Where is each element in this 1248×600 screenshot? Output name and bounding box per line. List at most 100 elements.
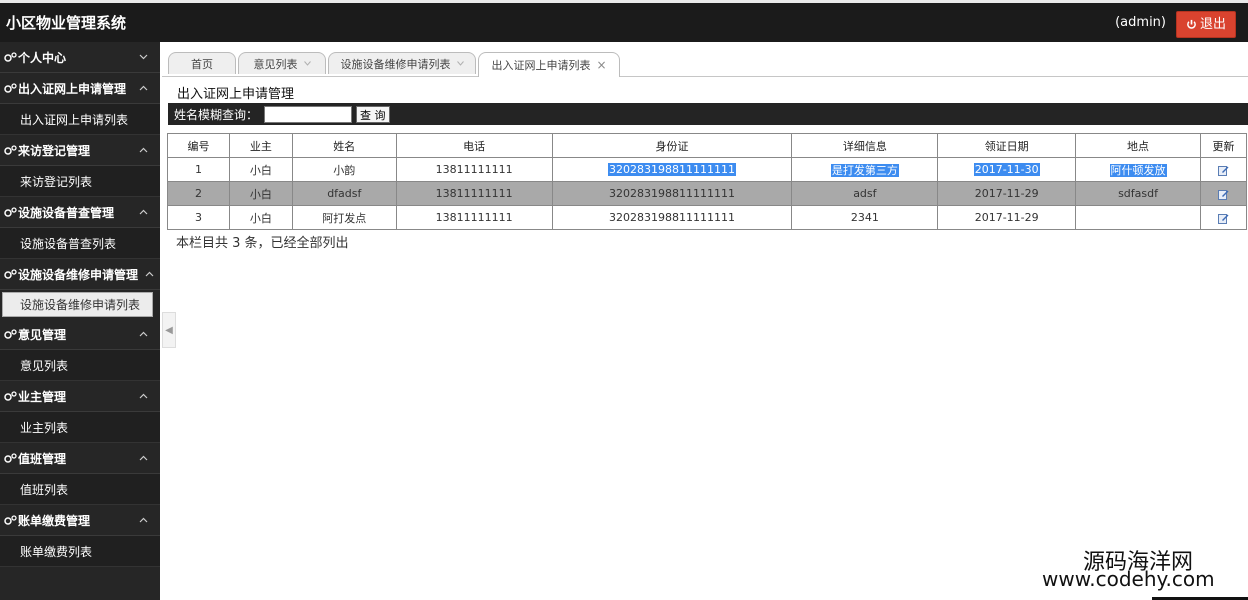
chevron-up-icon — [145, 271, 154, 277]
cell-id-card: 320283198811111111 — [551, 205, 793, 230]
sidebar-item-owner-list[interactable]: 业主列表 — [0, 412, 160, 443]
sidebar-group-label: 设施设备普查管理 — [18, 205, 115, 220]
sidebar-group-owner[interactable]: 业主管理 — [0, 381, 160, 412]
chevron-down-icon — [456, 61, 464, 66]
sidebar-group-billing[interactable]: 账单缴费管理 — [0, 505, 160, 536]
chevron-up-icon — [139, 455, 148, 461]
edit-icon[interactable] — [1217, 165, 1229, 176]
cell-date: 2017-11-29 — [937, 181, 1077, 206]
cell-id: 2 — [167, 181, 230, 206]
record-count-text: 本栏目共 3 条，已经全部列出 — [176, 236, 349, 251]
tab-pass-list[interactable]: 出入证网上申请列表 × — [478, 52, 620, 77]
sidebar-item-pass-list[interactable]: 出入证网上申请列表 — [0, 104, 160, 135]
cell-id-card: 320283198811111111 — [551, 157, 793, 182]
cell-owner: 小白 — [228, 157, 293, 182]
app-title: 小区物业管理系统 — [6, 14, 127, 32]
tab-label: 设施设备维修申请列表 — [340, 57, 451, 71]
table-row: 2 小白 dfadsf 13811111111 3202831988111111… — [167, 181, 1248, 206]
cell-update — [1199, 157, 1248, 182]
column-header-details: 详细信息 — [791, 133, 939, 158]
current-user: (admin) — [1115, 15, 1166, 30]
gears-icon — [4, 515, 17, 525]
cell-phone: 13811111111 — [395, 157, 553, 182]
cell-date: 2017-11-29 — [937, 205, 1077, 230]
cell-details: adsf — [791, 181, 939, 206]
name-search-input[interactable] — [264, 105, 353, 123]
tab-label: 意见列表 — [253, 57, 298, 71]
edit-icon[interactable] — [1217, 189, 1229, 200]
gears-icon — [4, 207, 17, 217]
gears-icon — [4, 269, 17, 279]
cell-details: 2341 — [791, 205, 939, 230]
cell-update — [1199, 181, 1248, 206]
gears-icon — [4, 145, 17, 155]
power-icon — [1187, 19, 1196, 29]
table-header-row: 编号 业主 姓名 电话 身份证 详细信息 领证日期 地点 更新 — [167, 133, 1248, 158]
tab-home[interactable]: 首页 — [168, 52, 236, 74]
column-header-date: 领证日期 — [937, 133, 1077, 158]
sidebar-group-visitor[interactable]: 来访登记管理 — [0, 135, 160, 166]
sidebar-item-duty-list[interactable]: 值班列表 — [0, 474, 160, 505]
cell-name: dfadsf — [291, 181, 397, 206]
chevron-down-icon — [303, 61, 311, 66]
sidebar-group-personal[interactable]: 个人中心 — [0, 42, 160, 73]
cell-date: 2017-11-30 — [937, 157, 1077, 182]
selected-text: 是打发第三方 — [830, 163, 899, 177]
sidebar-group-duty[interactable]: 值班管理 — [0, 443, 160, 474]
sidebar-collapse-handle[interactable]: ◀ — [162, 312, 176, 348]
chevron-up-icon — [139, 517, 148, 523]
cell-location: sdfasdf — [1075, 181, 1201, 206]
chevron-up-icon — [139, 331, 148, 337]
logout-label: 退出 — [1199, 16, 1226, 32]
sidebar-group-repair[interactable]: 设施设备维修申请管理 — [0, 259, 160, 290]
chevron-left-icon: ◀ — [165, 324, 173, 336]
cell-location: 阿什顿发放 — [1075, 157, 1201, 182]
tab-bar: 首页 意见列表 设施设备维修申请列表 出入证网上申请列表 × — [162, 50, 1248, 77]
gears-icon — [4, 391, 17, 401]
search-button[interactable]: 查 询 — [356, 105, 390, 123]
chevron-up-icon — [139, 85, 148, 91]
sidebar-group-census[interactable]: 设施设备普查管理 — [0, 197, 160, 228]
cell-update — [1199, 205, 1248, 230]
search-label: 姓名模糊查询： — [174, 107, 259, 122]
top-bar: 小区物业管理系统 (admin) 退出 — [0, 0, 1248, 42]
chevron-up-icon — [139, 393, 148, 399]
selected-text: 320283198811111111 — [608, 163, 737, 176]
column-header-phone: 电话 — [395, 133, 553, 158]
sidebar-item-census-list[interactable]: 设施设备普查列表 — [0, 228, 160, 259]
table-row: 3 小白 阿打发点 13811111111 320283198811111111… — [167, 205, 1248, 230]
search-bar: 姓名模糊查询： 查 询 — [168, 103, 1248, 125]
selected-text: 阿什顿发放 — [1109, 163, 1167, 177]
chevron-up-icon — [139, 209, 148, 215]
cell-id: 3 — [167, 205, 230, 230]
gears-icon — [4, 83, 17, 93]
cell-phone: 13811111111 — [395, 181, 553, 206]
watermark-url: www.codehy.com — [1042, 567, 1215, 591]
gears-icon — [4, 453, 17, 463]
close-icon[interactable]: × — [596, 58, 606, 72]
tab-repair-list[interactable]: 设施设备维修申请列表 — [328, 52, 476, 74]
table-row: 1 小白 小韵 13811111111 320283198811111111 是… — [167, 157, 1248, 182]
sidebar-group-pass[interactable]: 出入证网上申请管理 — [0, 73, 160, 104]
sidebar-group-feedback[interactable]: 意见管理 — [0, 319, 160, 350]
tab-feedback-list[interactable]: 意见列表 — [238, 52, 326, 74]
sidebar-group-label: 来访登记管理 — [18, 143, 91, 158]
sidebar-item-repair-list[interactable]: 设施设备维修申请列表 — [2, 292, 153, 317]
chevron-up-icon — [139, 147, 148, 153]
sidebar-item-visitor-list[interactable]: 来访登记列表 — [0, 166, 160, 197]
cell-phone: 13811111111 — [395, 205, 553, 230]
edit-icon[interactable] — [1217, 213, 1229, 224]
cell-id: 1 — [167, 157, 230, 182]
sidebar: 个人中心 出入证网上申请管理 出入证网上申请列表 来访登记管理 来访登记列表 设… — [0, 42, 160, 600]
sidebar-item-feedback-list[interactable]: 意见列表 — [0, 350, 160, 381]
logout-button[interactable]: 退出 — [1175, 11, 1236, 38]
cell-location — [1075, 205, 1201, 230]
tab-label: 首页 — [191, 57, 213, 71]
sidebar-item-billing-list[interactable]: 账单缴费列表 — [0, 536, 160, 567]
cell-owner: 小白 — [228, 181, 293, 206]
sidebar-group-label: 出入证网上申请管理 — [18, 81, 127, 96]
tab-label: 出入证网上申请列表 — [491, 59, 591, 72]
sidebar-group-label: 值班管理 — [18, 451, 67, 466]
sidebar-group-label: 个人中心 — [18, 50, 67, 65]
cell-details: 是打发第三方 — [791, 157, 939, 182]
